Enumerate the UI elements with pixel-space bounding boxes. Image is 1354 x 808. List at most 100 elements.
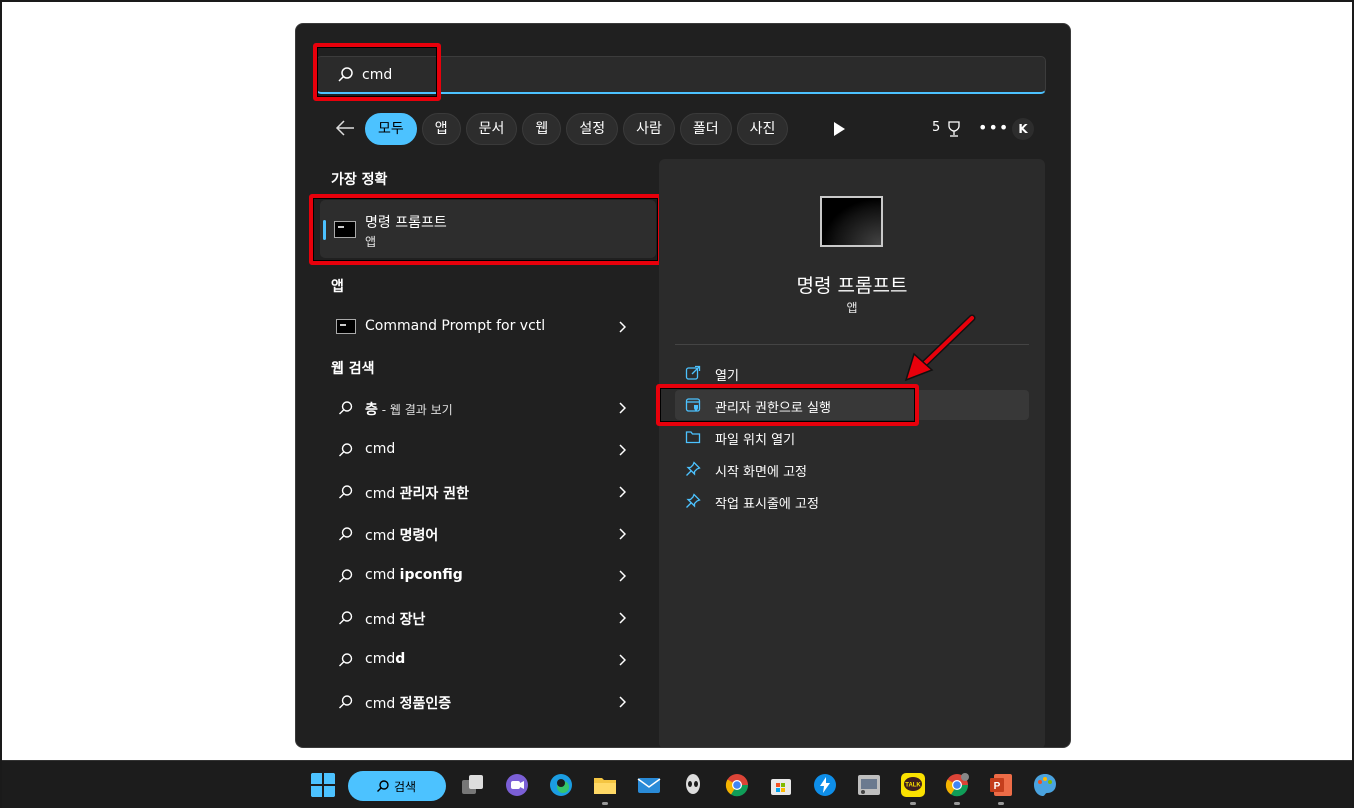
running-indicator — [910, 802, 916, 805]
chrome-profile-icon[interactable] — [944, 772, 970, 798]
running-indicator — [998, 802, 1004, 805]
command-prompt-large-icon — [820, 196, 883, 247]
search-icon — [339, 695, 353, 709]
pin-icon — [686, 493, 701, 508]
open-external-icon — [685, 365, 701, 380]
preview-title: 명령 프롬프트 — [796, 275, 908, 297]
chevron-right-icon — [619, 570, 626, 582]
search-icon — [339, 569, 353, 583]
search-icon — [339, 443, 353, 457]
tab-all[interactable]: 모두 — [365, 113, 417, 145]
app-result-label: Command Prompt for vctl — [365, 318, 546, 334]
trophy-icon[interactable] — [946, 120, 962, 138]
kakaotalk-icon[interactable]: TALK — [900, 772, 926, 798]
svg-text:P: P — [994, 781, 1001, 792]
taskbar: 검색 TALK P — [2, 760, 1352, 808]
chevron-right-icon — [619, 696, 626, 708]
web-result-bold: 명령어 — [399, 528, 439, 544]
action-pin-to-start[interactable]: 시작 화면에 고정 — [675, 454, 1029, 484]
apps-heading: 앱 — [331, 279, 344, 295]
chrome-icon[interactable] — [724, 772, 750, 798]
chat-icon[interactable] — [504, 772, 530, 798]
search-panel: cmd 모두 앱 문서 웹 설정 사람 폴더 사진 5 ••• K 가장 정확 … — [295, 23, 1071, 748]
chevron-right-icon — [619, 321, 626, 333]
annotation-box-best-match — [309, 194, 662, 265]
tab-apps[interactable]: 앱 — [421, 113, 461, 145]
search-icon — [339, 485, 353, 499]
avatar[interactable]: K — [1012, 118, 1034, 140]
web-search-heading: 웹 검색 — [331, 361, 375, 377]
tab-people[interactable]: 사람 — [623, 113, 675, 145]
mail-icon[interactable] — [636, 772, 662, 798]
web-result-bold: 장난 — [399, 612, 426, 628]
annotation-box-search — [313, 43, 441, 101]
annotation-arrow — [904, 314, 976, 382]
start-icon[interactable] — [310, 772, 336, 798]
chevron-right-icon — [619, 402, 626, 414]
best-match-heading: 가장 정확 — [331, 172, 388, 188]
web-result-bold: 관리자 권한 — [399, 486, 469, 502]
action-label: 열기 — [715, 369, 739, 384]
annotation-box-run-as-admin — [656, 384, 919, 426]
web-result-bold: 층 — [365, 402, 378, 418]
app-icon[interactable] — [856, 772, 882, 798]
web-result-prefix: cmd — [365, 612, 400, 628]
teamviewer-icon[interactable] — [812, 772, 838, 798]
more-options-icon[interactable]: ••• — [978, 118, 1009, 137]
taskbar-search-button[interactable]: 검색 — [348, 771, 446, 801]
web-result-prefix: cmd — [365, 696, 400, 712]
edge-icon[interactable] — [548, 772, 574, 798]
pin-icon — [686, 461, 701, 476]
tab-web[interactable]: 웹 — [522, 113, 562, 145]
paint-icon[interactable] — [1032, 772, 1058, 798]
search-icon — [339, 401, 353, 415]
web-result[interactable]: cmd ipconfig — [320, 558, 656, 594]
alienware-icon[interactable] — [680, 772, 706, 798]
chevron-right-icon — [619, 444, 626, 456]
store-icon[interactable] — [768, 772, 794, 798]
file-explorer-icon[interactable] — [592, 772, 618, 798]
search-icon — [339, 527, 353, 541]
tab-settings[interactable]: 설정 — [566, 113, 619, 145]
chevron-right-icon — [619, 612, 626, 624]
rewards-points: 5 — [932, 120, 941, 135]
web-result-prefix: cmd — [365, 528, 400, 544]
task-view-icon[interactable] — [460, 772, 486, 798]
tab-photos[interactable]: 사진 — [736, 113, 789, 145]
preview-pane: 명령 프롬프트 앱 열기 관리자 권한으로 실행 파일 위치 열기 시작 화면에… — [659, 159, 1045, 747]
web-result[interactable]: cmd 관리자 권한 — [320, 474, 656, 510]
web-result[interactable]: cmd 장난 — [320, 600, 656, 636]
web-result[interactable]: cmdd — [320, 642, 656, 678]
back-arrow-icon[interactable] — [334, 118, 356, 138]
filter-tabs: 모두 앱 문서 웹 설정 사람 폴더 사진 — [365, 113, 789, 145]
action-label: 작업 표시줄에 고정 — [715, 497, 819, 512]
web-result-prefix: cmd — [365, 441, 396, 457]
command-prompt-icon — [336, 319, 356, 334]
powerpoint-icon[interactable]: P — [988, 772, 1014, 798]
action-label: 시작 화면에 고정 — [715, 465, 807, 480]
running-indicator — [954, 802, 960, 805]
web-result[interactable]: cmd 명령어 — [320, 516, 656, 552]
web-result[interactable]: cmd 정품인증 — [320, 684, 656, 720]
web-result-bold: d — [395, 651, 406, 667]
running-indicator — [602, 802, 608, 805]
web-result-suffix: - 웹 결과 보기 — [377, 403, 453, 417]
action-open-file-location[interactable]: 파일 위치 열기 — [675, 422, 1029, 452]
chevron-right-icon — [619, 654, 626, 666]
web-result-prefix: cmd — [365, 486, 400, 502]
preview-type: 앱 — [846, 301, 858, 315]
tab-documents[interactable]: 문서 — [465, 113, 518, 145]
folder-icon — [685, 431, 701, 444]
tab-folders[interactable]: 폴더 — [679, 113, 732, 145]
action-pin-to-taskbar[interactable]: 작업 표시줄에 고정 — [675, 486, 1029, 516]
search-icon — [377, 780, 389, 792]
app-result-command-prompt-vctl[interactable]: Command Prompt for vctl — [320, 309, 656, 345]
taskbar-search-label: 검색 — [394, 780, 417, 794]
chevron-right-icon — [619, 486, 626, 498]
play-icon[interactable] — [832, 121, 846, 137]
web-result[interactable]: cmd — [320, 432, 656, 468]
chevron-right-icon — [619, 528, 626, 540]
web-result-bold: ipconfig — [399, 567, 463, 583]
web-result[interactable]: 층 - 웹 결과 보기 — [320, 390, 656, 426]
svg-text:TALK: TALK — [905, 783, 921, 789]
